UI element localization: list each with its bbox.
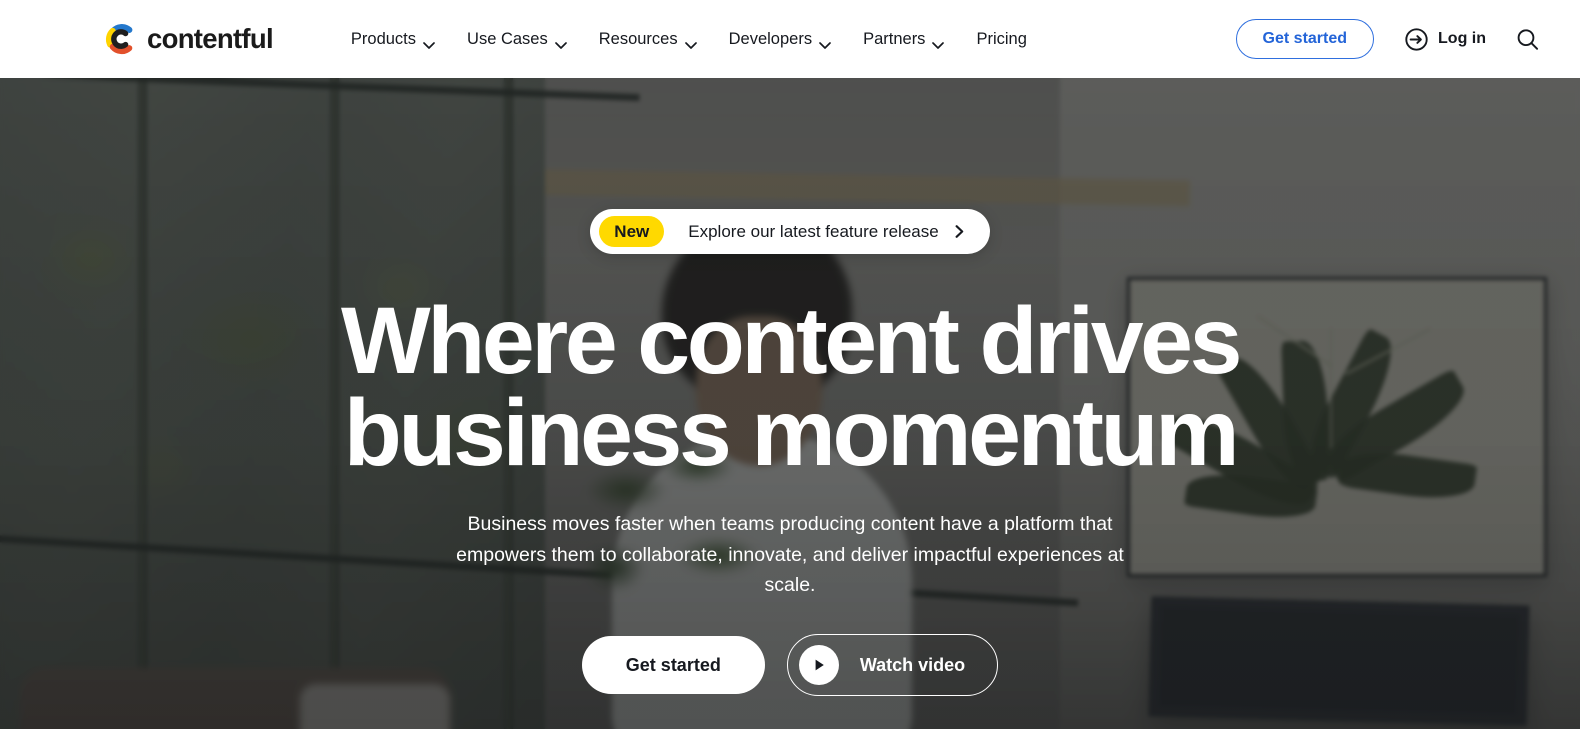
headline-line-1: Where content drives [340,288,1242,394]
login-arrow-icon [1404,27,1429,52]
nav-item-pricing[interactable]: Pricing [960,23,1042,56]
nav-item-label: Partners [863,29,926,48]
nav-item-label: Resources [598,29,678,48]
hero-content: New Explore our latest feature release W… [0,78,1580,729]
primary-navigation: Products Use Cases Resources Developers [335,23,1236,56]
chevron-right-icon [953,225,966,238]
hero-subheading: Business moves faster when teams produci… [456,513,1124,596]
announcement-text: Explore our latest feature release [688,222,939,241]
nav-item-partners[interactable]: Partners [847,23,960,56]
play-icon [798,644,839,685]
headline-line-2: business momentum [343,380,1240,487]
login-label: Log in [1438,30,1486,47]
chevron-down-icon [819,36,831,49]
contentful-c-logo-icon [104,22,138,56]
hero-cta-row: Get started Watch video [581,633,999,696]
new-badge: New [599,216,665,247]
chevron-down-icon [684,36,697,49]
search-button[interactable] [1514,26,1540,52]
watch-video-label: Watch video [859,654,966,675]
brand-wordmark: contentful [147,23,274,55]
announcement-banner[interactable]: New Explore our latest feature release [590,209,990,254]
page-title: Where content drives business momentum [341,294,1242,481]
nav-item-label: Pricing [976,29,1027,48]
watch-video-button[interactable]: Watch video [786,633,999,696]
search-icon [1516,28,1539,51]
nav-item-label: Products [350,29,417,48]
chevron-down-icon [554,36,567,49]
hero-section: New Explore our latest feature release W… [0,78,1580,729]
header-get-started-button[interactable]: Get started [1235,19,1375,59]
nav-item-label: Developers [728,29,813,48]
nav-item-resources[interactable]: Resources [583,23,713,56]
nav-item-developers[interactable]: Developers [713,23,847,56]
brand-logo-link[interactable]: contentful [104,22,274,56]
header-actions: Get started Log in [1235,19,1540,59]
nav-item-label: Use Cases [467,29,548,48]
site-header: contentful Products Use Cases Resources … [0,0,1580,78]
nav-item-products[interactable]: Products [335,23,451,56]
hero-get-started-button[interactable]: Get started [581,635,765,694]
nav-item-use-cases[interactable]: Use Cases [451,23,583,56]
login-link[interactable]: Log in [1404,27,1486,52]
chevron-down-icon [932,36,945,49]
chevron-down-icon [423,36,435,49]
